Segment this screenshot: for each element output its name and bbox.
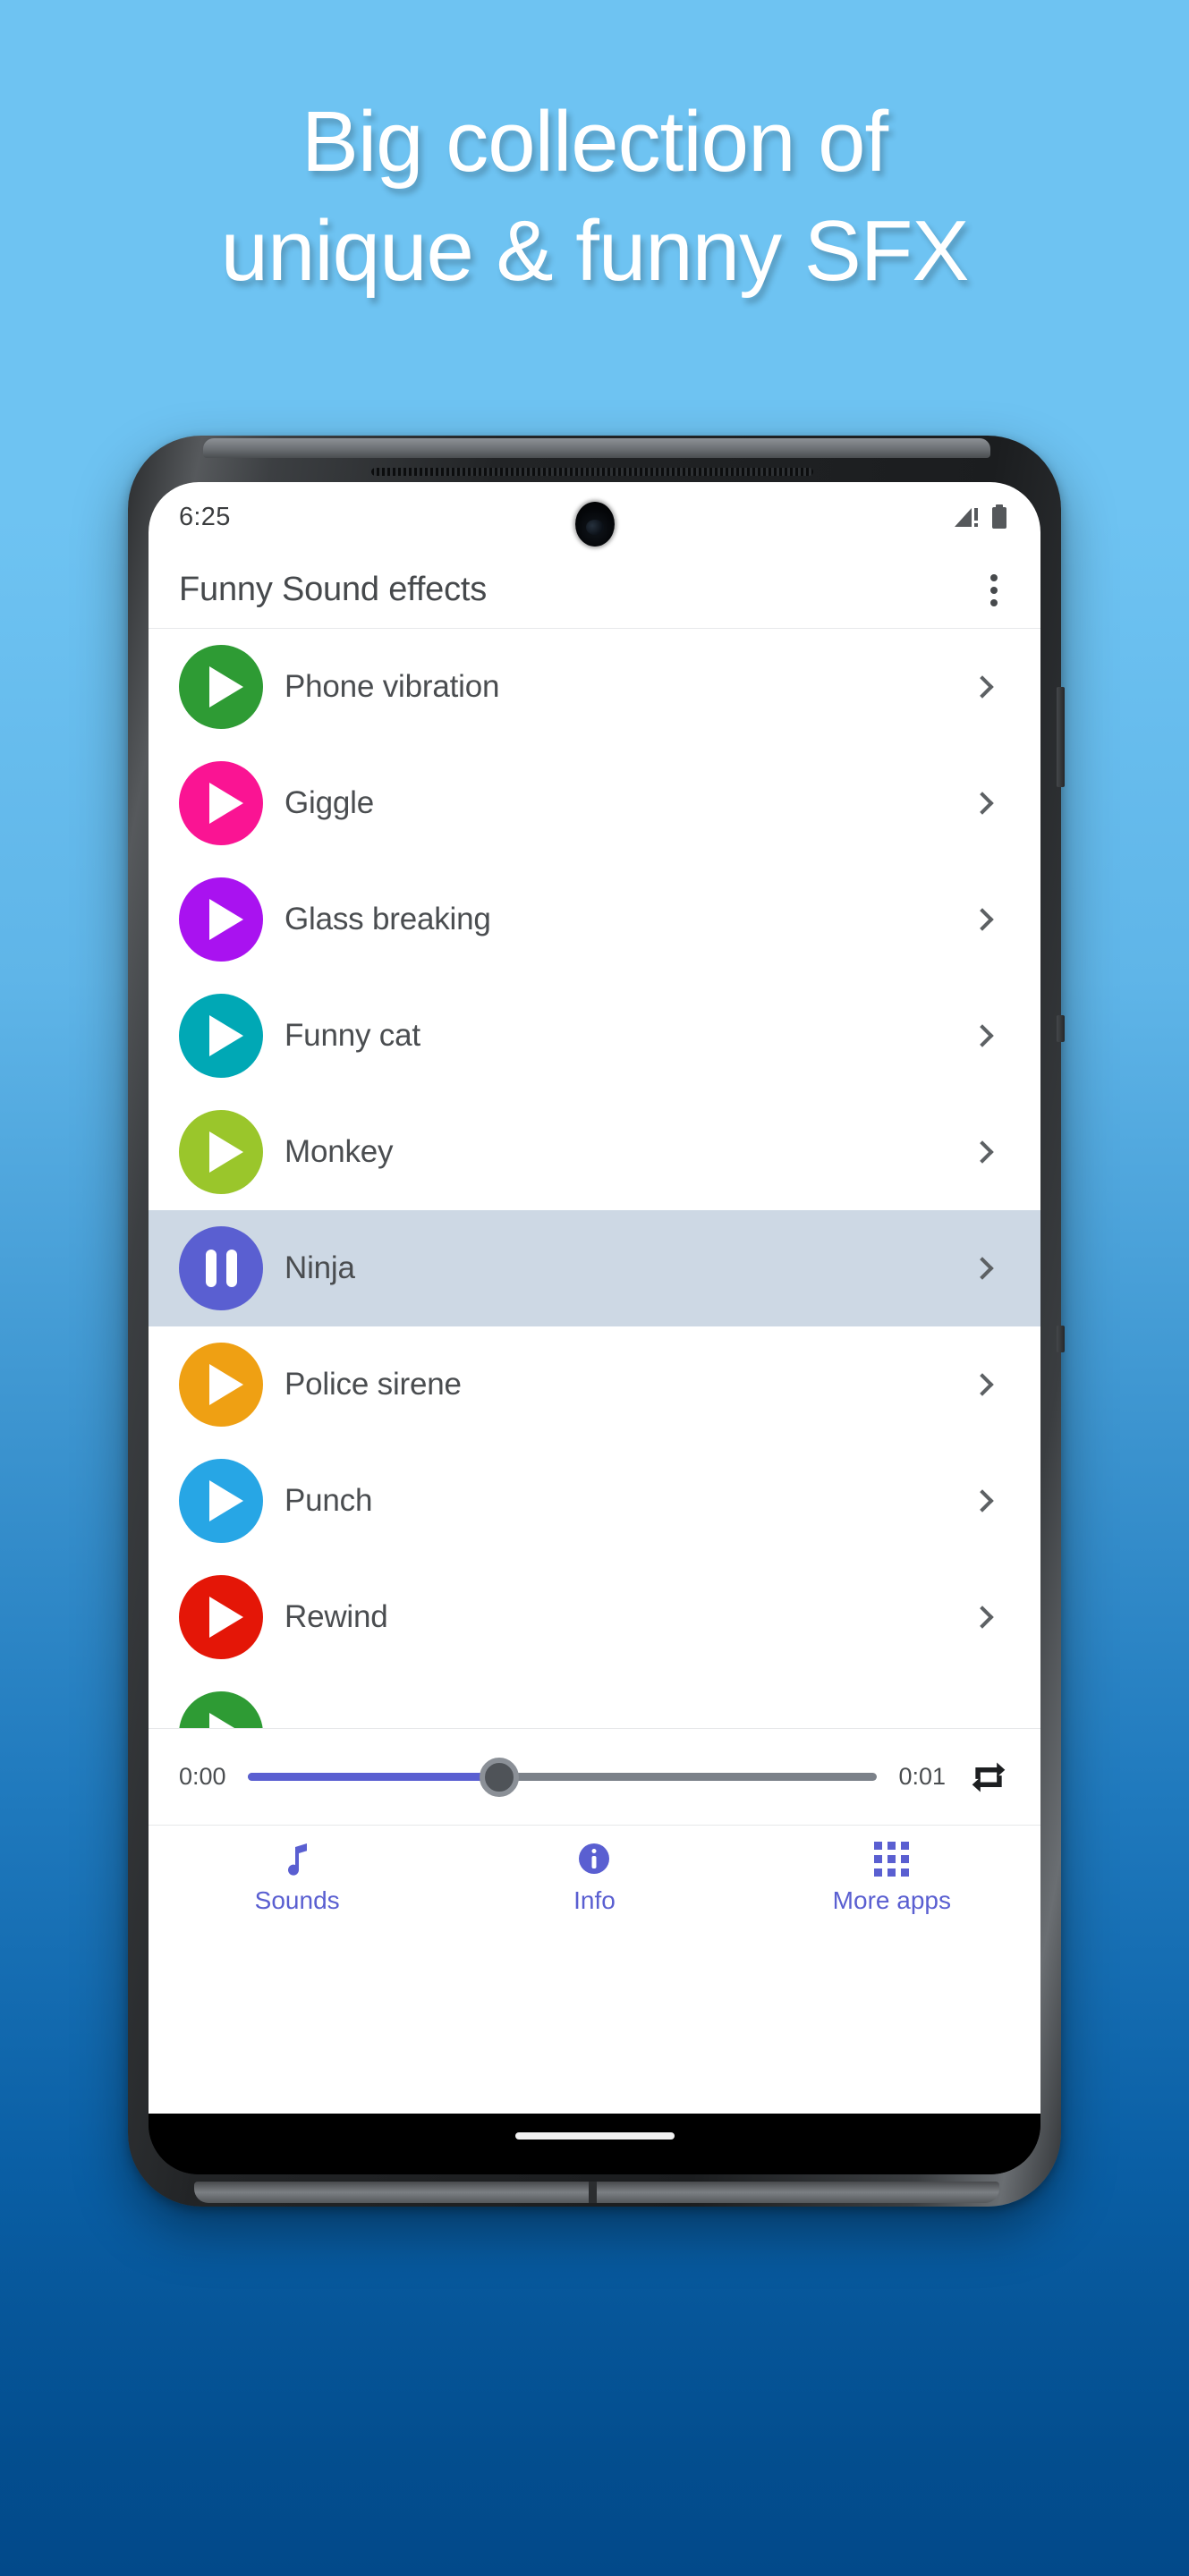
promo-headline: Big collection of unique & funny SFX xyxy=(220,94,970,299)
chevron-right-icon[interactable] xyxy=(971,1489,994,1513)
sound-row[interactable] xyxy=(149,1675,1040,1728)
play-button[interactable] xyxy=(179,994,263,1078)
signal-bars-icon xyxy=(955,508,978,527)
play-icon xyxy=(209,1597,243,1638)
sound-label: Funny cat xyxy=(285,1018,420,1053)
play-icon xyxy=(209,783,243,824)
bottom-navigation[interactable]: Sounds Info More apps xyxy=(149,1826,1040,1929)
sound-label: Giggle xyxy=(285,785,374,820)
play-icon xyxy=(209,1131,243,1173)
status-bar: 6:25 xyxy=(149,482,1040,552)
seek-thumb[interactable] xyxy=(480,1757,520,1797)
seek-slider[interactable] xyxy=(247,1757,878,1797)
app-title: Funny Sound effects xyxy=(179,571,488,608)
volume-button[interactable] xyxy=(1057,687,1065,787)
nav-item-info[interactable]: Info xyxy=(446,1840,743,1915)
play-icon xyxy=(209,1015,243,1056)
phone-top-rail xyxy=(203,438,990,458)
phone-mockup: 6:25 Funny Sound effects Phone vibration… xyxy=(128,436,1065,2207)
sound-label: Monkey xyxy=(285,1134,394,1169)
play-button[interactable] xyxy=(179,1691,263,1728)
gesture-nav-area xyxy=(149,2114,1040,2174)
dot xyxy=(990,573,998,581)
play-button[interactable] xyxy=(179,1575,263,1659)
power-button[interactable] xyxy=(1057,1015,1065,1042)
battery-icon xyxy=(992,504,1006,529)
repeat-icon[interactable] xyxy=(967,1758,1010,1797)
sound-label: Punch xyxy=(285,1483,373,1518)
status-icons xyxy=(953,504,1008,530)
play-button[interactable] xyxy=(179,877,263,962)
sound-row[interactable]: Ninja xyxy=(149,1210,1040,1326)
sound-label: Police sirene xyxy=(285,1367,462,1402)
chevron-right-icon[interactable] xyxy=(971,792,994,815)
play-button[interactable] xyxy=(179,645,263,729)
play-icon xyxy=(209,1713,243,1728)
info-circle-icon xyxy=(577,1840,611,1877)
sound-label: Rewind xyxy=(285,1599,388,1634)
chevron-right-icon[interactable] xyxy=(971,908,994,931)
pause-icon xyxy=(205,1250,237,1287)
play-button[interactable] xyxy=(179,1343,263,1427)
play-button[interactable] xyxy=(179,1459,263,1543)
sound-row[interactable]: Police sirene xyxy=(149,1326,1040,1443)
dot xyxy=(990,598,998,606)
nav-item-more-apps[interactable]: More apps xyxy=(743,1840,1040,1915)
earpiece-speaker-icon xyxy=(371,468,813,476)
sound-label: Phone vibration xyxy=(285,669,500,704)
nav-item-label: Sounds xyxy=(254,1886,340,1914)
play-icon xyxy=(209,666,243,708)
chevron-right-icon[interactable] xyxy=(971,1257,994,1280)
sound-row[interactable]: Giggle xyxy=(149,745,1040,861)
chevron-right-icon[interactable] xyxy=(971,1140,994,1164)
chevron-right-icon[interactable] xyxy=(971,675,994,699)
nav-item-sounds[interactable]: Sounds xyxy=(149,1840,446,1915)
chevron-right-icon[interactable] xyxy=(971,1606,994,1629)
total-time-label: 0:01 xyxy=(898,1763,946,1790)
phone-screen: 6:25 Funny Sound effects Phone vibration… xyxy=(149,482,1040,2174)
play-button[interactable] xyxy=(179,761,263,845)
sound-label: Glass breaking xyxy=(285,902,491,936)
sound-list[interactable]: Phone vibration Giggle Glass breaking Funny… xyxy=(149,629,1040,1729)
nav-item-label: Info xyxy=(573,1886,616,1914)
player-bar: 0:00 0:01 xyxy=(149,1729,1040,1826)
grid-apps-icon xyxy=(874,1840,910,1877)
phone-bottom-rail xyxy=(194,2182,999,2203)
sound-row[interactable]: Monkey xyxy=(149,1094,1040,1210)
seek-track-fill xyxy=(247,1773,500,1781)
current-time-label: 0:00 xyxy=(179,1763,226,1790)
pause-button[interactable] xyxy=(179,1226,263,1310)
sound-row[interactable]: Punch xyxy=(149,1443,1040,1559)
sound-row[interactable]: Rewind xyxy=(149,1559,1040,1675)
play-button[interactable] xyxy=(179,1110,263,1194)
play-icon xyxy=(209,1364,243,1405)
app-bar: Funny Sound effects xyxy=(149,552,1040,629)
sound-row[interactable]: Glass breaking xyxy=(149,861,1040,978)
dot xyxy=(990,586,998,594)
music-note-icon xyxy=(284,1840,310,1877)
nav-item-label: More apps xyxy=(832,1886,951,1914)
home-gesture-pill-icon[interactable] xyxy=(514,2132,675,2140)
chevron-right-icon[interactable] xyxy=(971,1373,994,1396)
sound-label: Ninja xyxy=(285,1250,355,1285)
front-camera-punchhole-icon xyxy=(574,502,615,547)
app-viewport: 6:25 Funny Sound effects Phone vibration… xyxy=(149,482,1040,2114)
more-vert-icon[interactable] xyxy=(980,565,1008,615)
chevron-right-icon[interactable] xyxy=(971,1024,994,1047)
play-icon xyxy=(209,1480,243,1521)
sound-row[interactable]: Funny cat xyxy=(149,978,1040,1094)
status-time: 6:25 xyxy=(179,502,231,531)
assistant-button[interactable] xyxy=(1057,1326,1065,1352)
play-icon xyxy=(209,899,243,940)
sound-row[interactable]: Phone vibration xyxy=(149,629,1040,745)
